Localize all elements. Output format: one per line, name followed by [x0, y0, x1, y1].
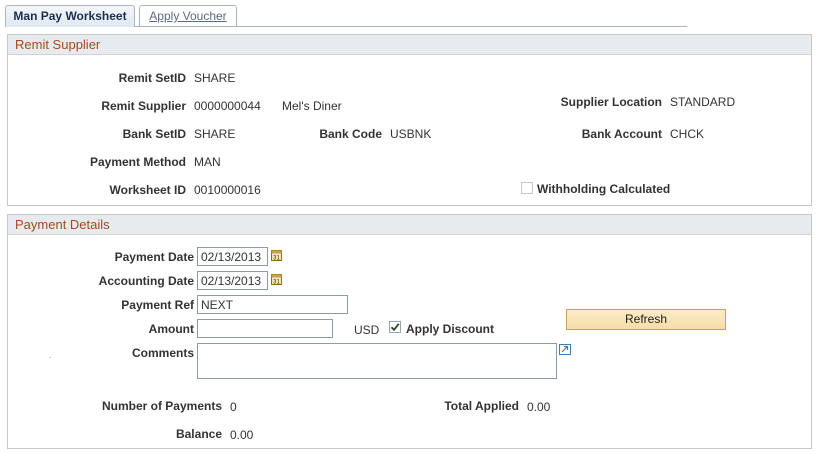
tab-divider [135, 26, 687, 27]
payment-date-input[interactable] [197, 247, 268, 266]
supplier-location-label: Supplier Location [560, 95, 662, 109]
total-applied-value: 0.00 [527, 400, 551, 414]
svg-text:31: 31 [273, 256, 280, 262]
accounting-date-input[interactable] [197, 271, 268, 290]
remit-supplier-name: Mel's Diner [282, 99, 342, 113]
calendar-icon[interactable]: 31 [271, 249, 282, 261]
remit-supplier-id: 0000000044 [194, 99, 261, 113]
payment-date-label: Payment Date [114, 250, 194, 264]
withholding-label: Withholding Calculated [537, 182, 671, 196]
comments-label: Comments [131, 346, 194, 360]
worksheet-id-label: Worksheet ID [109, 183, 186, 197]
balance-label: Balance [175, 427, 222, 441]
bank-code-value: USBNK [390, 127, 432, 141]
payment-ref-label: Payment Ref [121, 298, 194, 312]
remit-supplier-title: Remit Supplier [15, 37, 101, 52]
dot-marker: . [49, 350, 52, 360]
supplier-location-value: STANDARD [670, 95, 736, 109]
total-applied-label: Total Applied [444, 399, 519, 413]
calendar-icon[interactable]: 31 [271, 273, 282, 285]
remit-setid-value: SHARE [194, 71, 236, 85]
payment-method-value: MAN [194, 155, 221, 169]
checkmark-icon [390, 323, 400, 332]
bank-setid-value: SHARE [194, 127, 236, 141]
tab-apply-voucher[interactable]: Apply Voucher [139, 5, 237, 26]
payment-ref-input[interactable] [197, 295, 348, 314]
refresh-button[interactable]: Refresh [566, 309, 726, 330]
worksheet-id-value: 0010000016 [194, 183, 261, 197]
payment-details-header: Payment Details [8, 215, 811, 235]
remit-setid-label: Remit SetID [118, 71, 186, 85]
remit-supplier-group: Remit Supplier [7, 34, 812, 206]
apply-discount-label: Apply Discount [406, 322, 495, 336]
apply-discount-checkbox[interactable] [389, 321, 401, 333]
remit-supplier-label: Remit Supplier [101, 99, 186, 113]
bank-code-label: Bank Code [319, 127, 382, 141]
tab-apply-voucher-label: Apply Voucher [149, 9, 227, 23]
amount-input[interactable] [197, 319, 333, 338]
withholding-checkbox [521, 182, 533, 194]
number-of-payments-label: Number of Payments [101, 399, 222, 413]
payment-details-title: Payment Details [15, 217, 110, 232]
comments-textarea[interactable] [197, 343, 557, 379]
accounting-date-label: Accounting Date [98, 274, 194, 288]
svg-text:31: 31 [273, 280, 280, 286]
bank-account-label: Bank Account [581, 127, 662, 141]
remit-supplier-header: Remit Supplier [8, 35, 811, 55]
payment-method-label: Payment Method [89, 155, 186, 169]
amount-label: Amount [148, 322, 194, 336]
expand-icon[interactable] [559, 344, 571, 355]
number-of-payments-value: 0 [230, 400, 237, 414]
bank-account-value: CHCK [670, 127, 705, 141]
bank-setid-label: Bank SetID [122, 127, 186, 141]
currency-label: USD [354, 323, 380, 337]
tab-man-pay-worksheet[interactable]: Man Pay Worksheet [5, 5, 135, 27]
balance-value: 0.00 [230, 428, 254, 442]
